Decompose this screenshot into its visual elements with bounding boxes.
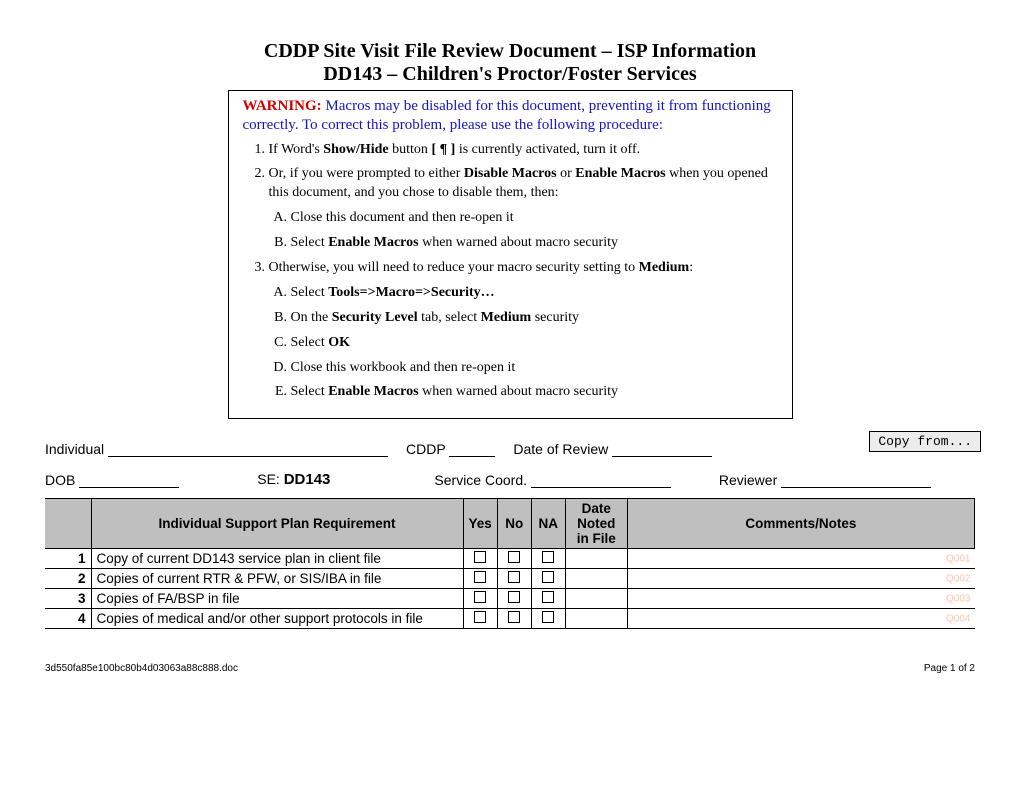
cddp-input[interactable] <box>449 443 495 457</box>
checkbox-na[interactable] <box>542 611 554 623</box>
comments-cell[interactable]: Q004 <box>627 609 974 629</box>
table-row: 4 Copies of medical and/or other support… <box>45 609 975 629</box>
warning-step-3d: Close this workbook and then re-open it <box>291 359 778 378</box>
comments-cell[interactable]: Q001 <box>627 549 974 569</box>
th-num <box>45 499 91 549</box>
row-requirement: Copy of current DD143 service plan in cl… <box>91 549 463 569</box>
warning-intro: WARNING: Macros may be disabled for this… <box>243 97 778 135</box>
warning-step-3c: Select OK <box>291 334 778 353</box>
warning-step-1: If Word's Show/Hide button [ ¶ ] is curr… <box>269 141 778 160</box>
copy-from-button[interactable]: Copy from... <box>869 431 981 452</box>
individual-field: Individual <box>45 441 388 457</box>
checkbox-na[interactable] <box>542 551 554 563</box>
checkbox-no[interactable] <box>508 591 520 603</box>
service-coord-field: Service Coord. <box>434 472 670 488</box>
row-requirement: Copies of medical and/or other support p… <box>91 609 463 629</box>
dob-field: DOB <box>45 472 179 488</box>
row-code: Q004 <box>946 613 972 624</box>
row-num: 1 <box>45 549 91 569</box>
row-num: 2 <box>45 569 91 589</box>
review-table: Individual Support Plan Requirement Yes … <box>45 498 975 629</box>
warning-step-3b: On the Security Level tab, select Medium… <box>291 309 778 328</box>
checkbox-yes[interactable] <box>474 551 486 563</box>
reviewer-input[interactable] <box>781 474 931 488</box>
fields-row-1: Individual CDDP Date of Review Copy from… <box>45 441 975 457</box>
reviewer-field: Reviewer <box>719 472 931 488</box>
row-requirement: Copies of current RTR & PFW, or SIS/IBA … <box>91 569 463 589</box>
cddp-field: CDDP <box>406 441 495 457</box>
row-num: 4 <box>45 609 91 629</box>
footer-page: Page 1 of 2 <box>924 663 975 674</box>
fields-row-2: DOB SE: DD143 Service Coord. Reviewer <box>45 471 975 488</box>
checkbox-no[interactable] <box>508 571 520 583</box>
doc-title-1: CDDP Site Visit File Review Document – I… <box>45 40 975 63</box>
service-coord-input[interactable] <box>531 474 671 488</box>
checkbox-yes[interactable] <box>474 611 486 623</box>
dob-input[interactable] <box>79 474 179 488</box>
th-comments: Comments/Notes <box>627 499 974 549</box>
checkbox-yes[interactable] <box>474 571 486 583</box>
date-review-input[interactable] <box>612 443 712 457</box>
warning-step-2: Or, if you were prompted to either Disab… <box>269 165 778 253</box>
footer-filename: 3d550fa85e100bc80b4d03063a88c888.doc <box>45 663 238 674</box>
date-cell[interactable] <box>565 589 627 609</box>
warning-step-3e: Select Enable Macros when warned about m… <box>291 383 778 402</box>
table-row: 2 Copies of current RTR & PFW, or SIS/IB… <box>45 569 975 589</box>
date-review-field: Date of Review <box>513 441 712 457</box>
doc-title-2: DD143 – Children's Proctor/Foster Servic… <box>45 63 975 86</box>
checkbox-no[interactable] <box>508 611 520 623</box>
se-value: DD143 <box>284 471 331 488</box>
th-requirement: Individual Support Plan Requirement <box>91 499 463 549</box>
warning-box: WARNING: Macros may be disabled for this… <box>228 90 793 419</box>
row-num: 3 <box>45 589 91 609</box>
warning-step-2b: Select Enable Macros when warned about m… <box>291 234 778 253</box>
warning-steps: If Word's Show/Hide button [ ¶ ] is curr… <box>263 141 778 403</box>
date-cell[interactable] <box>565 609 627 629</box>
table-row: 3 Copies of FA/BSP in file Q003 <box>45 589 975 609</box>
th-date: Date Noted in File <box>565 499 627 549</box>
date-cell[interactable] <box>565 549 627 569</box>
checkbox-yes[interactable] <box>474 591 486 603</box>
individual-input[interactable] <box>108 443 388 457</box>
th-yes: Yes <box>463 499 497 549</box>
se-field: SE: DD143 <box>257 471 330 488</box>
comments-cell[interactable]: Q002 <box>627 569 974 589</box>
table-row: 1 Copy of current DD143 service plan in … <box>45 549 975 569</box>
warning-step-3a: Select Tools=>Macro=>Security… <box>291 284 778 303</box>
row-code: Q001 <box>946 553 972 564</box>
comments-cell[interactable]: Q003 <box>627 589 974 609</box>
date-cell[interactable] <box>565 569 627 589</box>
checkbox-na[interactable] <box>542 571 554 583</box>
checkbox-na[interactable] <box>542 591 554 603</box>
checkbox-no[interactable] <box>508 551 520 563</box>
warning-text: Macros may be disabled for this document… <box>243 98 771 133</box>
warning-label: WARNING: <box>243 98 322 114</box>
warning-step-3: Otherwise, you will need to reduce your … <box>269 259 778 402</box>
row-code: Q003 <box>946 593 972 604</box>
row-code: Q002 <box>946 573 972 584</box>
footer: 3d550fa85e100bc80b4d03063a88c888.doc Pag… <box>45 663 975 674</box>
warning-step-2a: Close this document and then re-open it <box>291 209 778 228</box>
th-na: NA <box>531 499 565 549</box>
th-no: No <box>497 499 531 549</box>
row-requirement: Copies of FA/BSP in file <box>91 589 463 609</box>
